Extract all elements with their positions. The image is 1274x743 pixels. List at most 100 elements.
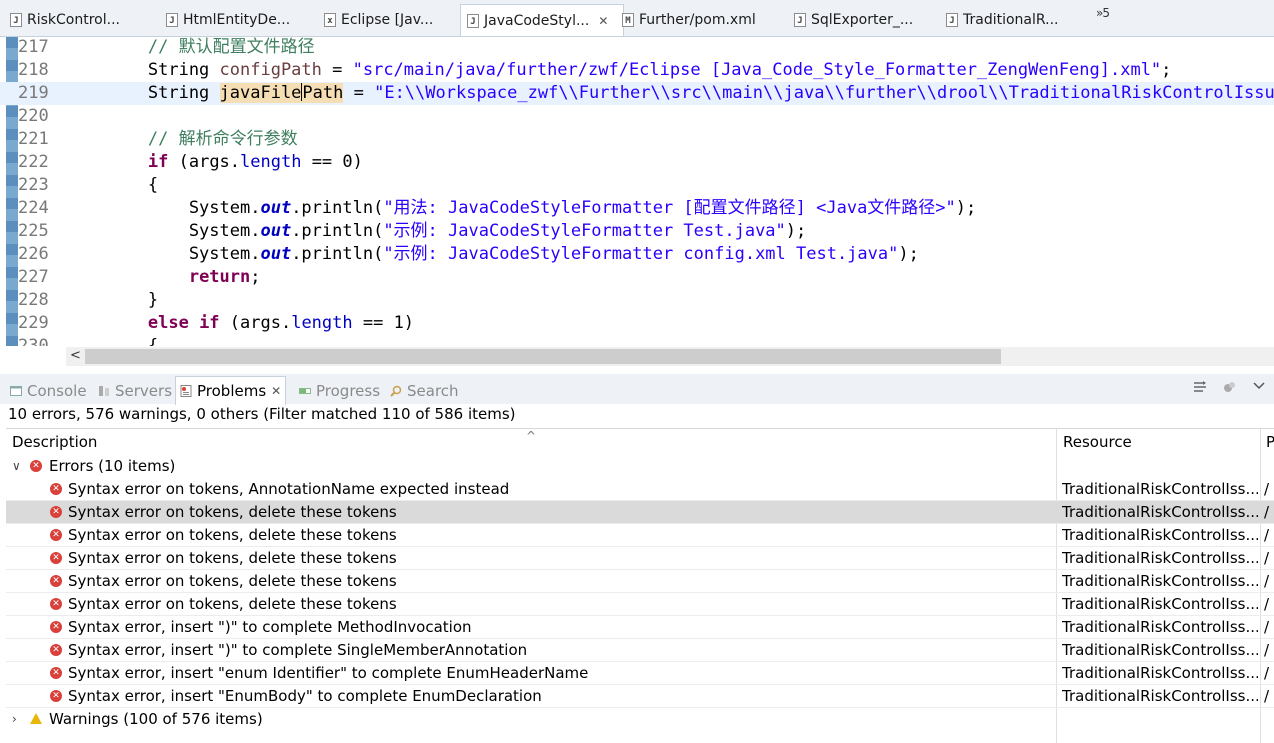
- line-number: 220: [18, 106, 49, 126]
- code-text[interactable]: // 默认配置文件路径: [66, 37, 315, 59]
- problems-table[interactable]: Description ^ Resource P ∨ ✕ Errors (10 …: [6, 428, 1274, 743]
- chevron-right-icon[interactable]: ›: [12, 708, 17, 731]
- problem-row[interactable]: ✕ Syntax error, insert ")" to complete Si…: [6, 639, 1274, 662]
- code-line[interactable]: 225 System.out.println("示例: JavaCodeStyl…: [0, 220, 1274, 243]
- filters-icon[interactable]: [1222, 379, 1238, 395]
- tab-console[interactable]: Console: [10, 378, 87, 403]
- warning-icon: [30, 713, 42, 724]
- tab-search-label: Search: [407, 381, 459, 400]
- editor-tab-javacodestyle[interactable]: J JavaCodeStyl... ✕: [460, 4, 624, 36]
- code-token: if: [147, 152, 169, 172]
- code-token: == 1): [352, 313, 415, 333]
- code-token: "src/main/java/further/zwf/Eclipse [Java…: [352, 60, 1162, 80]
- editor-tab-label: SqlExporter_...: [811, 12, 914, 28]
- code-text[interactable]: }: [66, 289, 158, 312]
- column-header-description[interactable]: Description ^: [6, 429, 1056, 455]
- line-number: 223: [18, 175, 49, 195]
- tab-problems-label: Problems: [197, 382, 267, 400]
- problem-row[interactable]: ✕ Syntax error on tokens, delete these to…: [6, 501, 1274, 524]
- problem-row[interactable]: ✕ Syntax error on tokens, delete these to…: [6, 547, 1274, 570]
- problem-row[interactable]: ✕ Syntax error on tokens, delete these to…: [6, 570, 1274, 593]
- code-text[interactable]: System.out.println("示例: JavaCodeStyleFor…: [66, 243, 919, 266]
- code-text[interactable]: String javaFilePath = "E:\\Workspace_zwf…: [66, 82, 1274, 105]
- code-text[interactable]: System.out.println("用法: JavaCodeStyleFor…: [66, 197, 976, 220]
- code-token: ;: [250, 267, 261, 287]
- column-header-resource[interactable]: Resource: [1057, 429, 1257, 455]
- line-number: 224: [18, 198, 49, 218]
- code-editor[interactable]: 217 // 默认配置文件路径 218 String configPath = "…: [0, 37, 1274, 346]
- code-line[interactable]: 230 {: [0, 335, 1274, 346]
- warnings-group-label: Warnings (100 of 576 items): [49, 710, 263, 728]
- code-line[interactable]: 217 // 默认配置文件路径: [0, 37, 1274, 59]
- problem-resource: TraditionalRiskControlIss...: [1062, 687, 1258, 705]
- problem-resource: TraditionalRiskControlIss...: [1062, 480, 1258, 498]
- tab-overflow-button[interactable]: »5: [1096, 6, 1110, 20]
- close-icon[interactable]: ✕: [598, 14, 608, 28]
- problem-row[interactable]: ✕ Syntax error on tokens, delete these to…: [6, 524, 1274, 547]
- code-line[interactable]: 219 String javaFilePath = "E:\\Workspace…: [0, 82, 1274, 105]
- errors-group-row[interactable]: ∨ ✕ Errors (10 items): [6, 455, 1274, 478]
- code-token: String: [66, 60, 220, 80]
- problem-row[interactable]: ✕ Syntax error on tokens, AnnotationName …: [6, 478, 1274, 501]
- editor-tab-sqlexporter[interactable]: J SqlExporter_...: [788, 6, 940, 34]
- tab-problems[interactable]: Problems ✕: [175, 376, 287, 405]
- code-text[interactable]: System.out.println("示例: JavaCodeStyleFor…: [66, 220, 806, 243]
- editor-tab-bar: J RiskControl... J HtmlEntityDe... x Ecl…: [0, 0, 1274, 37]
- chevron-down-icon[interactable]: ∨: [12, 455, 21, 478]
- code-line[interactable]: 226 System.out.println("示例: JavaCodeStyl…: [0, 243, 1274, 266]
- java-file-icon: J: [467, 13, 479, 28]
- code-text[interactable]: if (args.length == 0): [66, 151, 363, 174]
- line-number: 227: [18, 267, 49, 287]
- editor-tab-htmlentity[interactable]: J HtmlEntityDe...: [160, 6, 322, 34]
- code-text[interactable]: {: [66, 174, 158, 197]
- code-text[interactable]: // 解析命令行参数: [66, 128, 298, 151]
- line-number: 219: [18, 83, 49, 103]
- problem-path: /: [1264, 503, 1270, 521]
- code-text[interactable]: String configPath = "src/main/java/furth…: [66, 59, 1172, 82]
- code-text[interactable]: {: [66, 335, 158, 346]
- problem-resource: TraditionalRiskControlIss...: [1062, 618, 1258, 636]
- error-icon: ✕: [50, 506, 62, 518]
- code-line[interactable]: 221 // 解析命令行参数: [0, 128, 1274, 151]
- code-line[interactable]: 223 {: [0, 174, 1274, 197]
- tab-search[interactable]: Search: [390, 378, 459, 403]
- problem-description: Syntax error, insert "enum Identifier" t…: [68, 664, 589, 682]
- code-line[interactable]: 224 System.out.println("用法: JavaCodeStyl…: [0, 197, 1274, 220]
- tab-progress[interactable]: Progress: [299, 378, 380, 403]
- editor-tab-pom[interactable]: M Further/pom.xml: [616, 6, 788, 34]
- problem-row[interactable]: ✕ Syntax error, insert "EnumBody" to comp…: [6, 685, 1274, 708]
- line-number: 218: [18, 60, 49, 80]
- code-line[interactable]: 227 return;: [0, 266, 1274, 289]
- problem-row[interactable]: ✕ Syntax error, insert ")" to complete Me…: [6, 616, 1274, 639]
- scrollbar-thumb[interactable]: [85, 349, 1001, 364]
- scroll-left-icon[interactable]: <: [70, 348, 81, 363]
- column-header-path[interactable]: P: [1260, 429, 1274, 455]
- editor-tab-eclipse-xml[interactable]: x Eclipse [Jav...: [318, 6, 460, 34]
- code-line[interactable]: 218 String configPath = "src/main/java/f…: [0, 59, 1274, 82]
- focus-on-active-task-icon[interactable]: [1192, 379, 1208, 395]
- problem-path: /: [1264, 664, 1270, 682]
- code-token: .println(: [291, 198, 384, 218]
- editor-horizontal-scrollbar[interactable]: <: [66, 347, 1274, 366]
- code-text[interactable]: return;: [66, 266, 261, 289]
- code-line[interactable]: 229 else if (args.length == 1): [0, 312, 1274, 335]
- editor-tab-label: JavaCodeStyl...: [484, 12, 590, 29]
- code-token: =: [343, 83, 375, 103]
- problem-row[interactable]: ✕ Syntax error, insert "enum Identifier" …: [6, 662, 1274, 685]
- close-icon[interactable]: ✕: [271, 384, 281, 398]
- code-token: javaFilePath: [219, 83, 344, 103]
- code-line[interactable]: 220: [0, 105, 1274, 128]
- line-number: 229: [18, 313, 49, 333]
- warnings-group-row[interactable]: › Warnings (100 of 576 items): [6, 708, 1274, 731]
- editor-tab-traditional[interactable]: J TraditionalR...: [940, 6, 1092, 34]
- error-icon: ✕: [50, 644, 62, 656]
- tab-servers[interactable]: Servers: [98, 378, 172, 403]
- problem-row[interactable]: ✕ Syntax error on tokens, delete these to…: [6, 593, 1274, 616]
- code-text[interactable]: else if (args.length == 1): [66, 312, 414, 335]
- code-line[interactable]: 222 if (args.length == 0): [0, 151, 1274, 174]
- code-line[interactable]: 228 }: [0, 289, 1274, 312]
- editor-tab-riskcontrol[interactable]: J RiskControl...: [4, 6, 166, 34]
- problem-description: Syntax error, insert ")" to complete Met…: [68, 618, 472, 636]
- view-menu-icon[interactable]: [1252, 379, 1266, 393]
